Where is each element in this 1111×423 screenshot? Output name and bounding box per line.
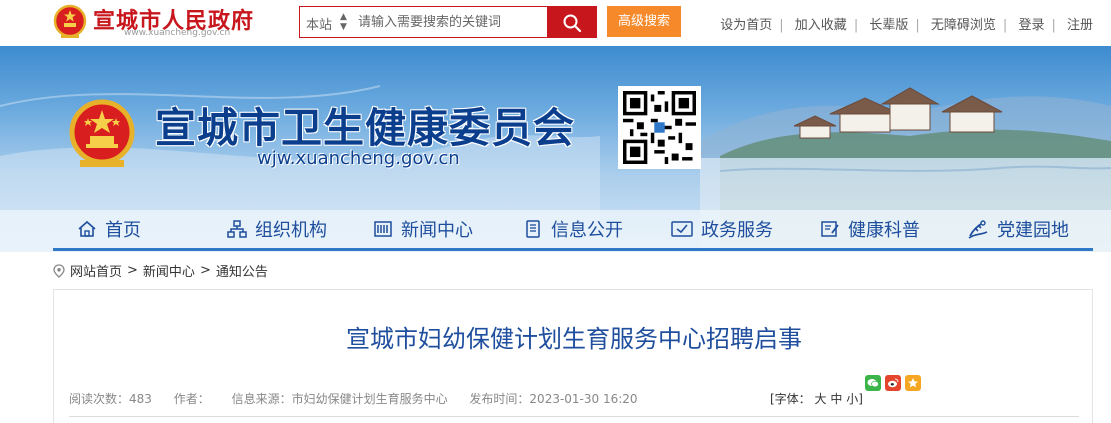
search-input[interactable] — [358, 11, 544, 33]
font-size-switcher: [字体： 大 中 小] — [770, 390, 863, 407]
top-links: 设为首页 | 加入收藏 | 长辈版 | 无障碍浏览 | 登录 | 注册 — [720, 14, 1093, 33]
newspaper-icon — [374, 221, 392, 237]
nav-item-information[interactable]: 信息公开 — [523, 210, 623, 248]
login-link[interactable]: 登录 — [1018, 18, 1044, 33]
org-chart-icon — [227, 220, 247, 238]
article-meta: 阅读次数：483 作者： 信息来源：市妇幼保健计划生育服务中心 发布时间：202… — [69, 390, 656, 407]
location-pin-icon — [53, 263, 65, 278]
nav-item-organization[interactable]: 组织机构 — [227, 210, 327, 248]
nav-label: 首页 — [105, 220, 141, 241]
party-flag-icon — [968, 220, 988, 239]
share-buttons — [865, 375, 921, 391]
publish-time: 发布时间：2023-01-30 16:20 — [469, 392, 638, 406]
main-nav: 首页 组织机构 新闻中心 信息公开 政务服务 健康科普 党建园地 — [53, 210, 1093, 248]
nav-label: 健康科普 — [848, 220, 920, 241]
breadcrumb-news[interactable]: 新闻中心 — [143, 261, 195, 280]
search-scope-select[interactable]: 本站 — [306, 14, 332, 33]
scope-updown-icon[interactable]: ▲ ▼ — [340, 12, 347, 32]
font-size-prefix: [字体： — [770, 392, 811, 406]
divider: | — [853, 18, 859, 33]
nav-item-government-services[interactable]: 政务服务 — [671, 210, 773, 248]
breadcrumb-home[interactable]: 网站首页 — [70, 261, 122, 280]
nav-item-news[interactable]: 新闻中心 — [373, 210, 473, 248]
search-icon — [563, 14, 582, 32]
breadcrumb-separator: > — [199, 263, 211, 278]
author: 作者： — [173, 392, 210, 406]
accessibility-link[interactable]: 无障碍浏览 — [931, 18, 996, 33]
search-box: 本站 ▲ ▼ — [299, 6, 597, 38]
view-count: 阅读次数：483 — [69, 392, 152, 406]
weibo-icon[interactable] — [885, 375, 901, 391]
top-bar: 宣城市人民政府 www.xuancheng.gov.cn 本站 ▲▼ 高级搜索 … — [0, 0, 1111, 46]
qzone-icon[interactable] — [905, 375, 921, 391]
font-size-suffix: ] — [858, 392, 863, 406]
divider: | — [915, 18, 920, 33]
commission-url: wjw.xuancheng.gov.cn — [257, 148, 460, 169]
article-title: 宣城市妇幼保健计划生育服务中心招聘启事 — [346, 325, 802, 353]
home-icon — [78, 220, 96, 237]
advanced-search-button[interactable]: 高级搜索 — [607, 6, 681, 37]
document-icon — [526, 220, 540, 238]
national-emblem-icon — [69, 99, 135, 167]
set-homepage-link[interactable]: 设为首页 — [720, 18, 772, 33]
breadcrumb-separator: > — [127, 263, 138, 278]
divider: | — [1002, 18, 1008, 33]
nav-label: 信息公开 — [551, 220, 623, 241]
meta-divider — [69, 416, 1079, 417]
search-button[interactable] — [547, 6, 597, 38]
qr-code — [618, 86, 701, 169]
qr-code-icon — [623, 91, 696, 164]
nav-label: 党建园地 — [997, 220, 1069, 241]
divider: | — [779, 18, 784, 33]
elder-version-link[interactable]: 长辈版 — [869, 18, 908, 33]
divider: | — [1051, 18, 1056, 33]
edit-note-icon — [821, 221, 839, 237]
checkbox-icon — [671, 221, 693, 237]
national-emblem-icon[interactable] — [53, 4, 87, 40]
nav-item-health-science[interactable]: 健康科普 — [820, 210, 920, 248]
nav-label: 组织机构 — [255, 220, 327, 241]
register-link[interactable]: 注册 — [1067, 18, 1093, 33]
article-panel: 宣城市妇幼保健计划生育服务中心招聘启事 阅读次数：483 作者： 信息来源：市妇… — [53, 289, 1093, 423]
nav-label: 政务服务 — [701, 220, 773, 241]
font-size-medium[interactable]: 中 — [830, 392, 842, 406]
font-size-large[interactable]: 大 — [815, 392, 827, 406]
site-url: www.xuancheng.gov.cn — [124, 28, 231, 38]
nav-label: 新闻中心 — [401, 220, 473, 241]
nav-item-party-building[interactable]: 党建园地 — [967, 210, 1069, 248]
wechat-icon[interactable] — [865, 375, 881, 391]
add-favorite-link[interactable]: 加入收藏 — [795, 18, 847, 33]
info-source: 信息来源：市妇幼保健计划生育服务中心 — [231, 392, 448, 406]
commission-title: 宣城市卫生健康委员会 — [155, 104, 575, 152]
nav-item-home[interactable]: 首页 — [77, 210, 141, 248]
font-size-small[interactable]: 小 — [846, 392, 858, 406]
breadcrumb-notices[interactable]: 通知公告 — [216, 261, 268, 280]
breadcrumb: 网站首页 > 新闻中心 > 通知公告 — [53, 261, 268, 280]
